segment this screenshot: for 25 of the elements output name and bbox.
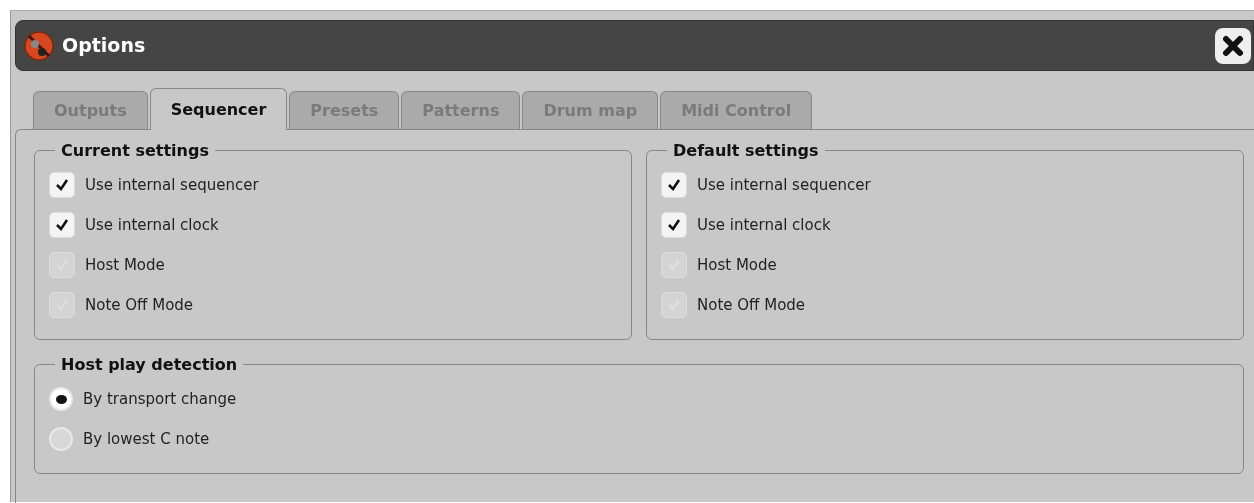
tab[interactable]: Sequencer [149, 88, 288, 130]
checkbox-label: Use internal clock [697, 214, 831, 236]
checkbox[interactable] [49, 212, 75, 238]
check-icon [666, 177, 682, 193]
radio-button[interactable] [49, 427, 73, 451]
checkbox-label: Host Mode [85, 254, 165, 276]
checkbox-label: Note Off Mode [85, 294, 194, 316]
checkbox[interactable] [661, 172, 687, 198]
checkbox-label: Note Off Mode [697, 294, 806, 316]
checkbox-label: Host Mode [697, 254, 777, 276]
app-logo-icon [24, 30, 54, 61]
checkbox-label: Use internal clock [85, 214, 219, 236]
close-icon [1222, 34, 1244, 57]
check-icon [54, 177, 70, 193]
checkbox[interactable] [49, 172, 75, 198]
close-button[interactable] [1215, 27, 1251, 64]
checkbox[interactable] [661, 212, 687, 238]
radio-label: By transport change [83, 388, 237, 410]
check-icon [666, 217, 682, 233]
checkbox-label: Use internal sequencer [85, 174, 259, 196]
checkbox-label: Use internal sequencer [697, 174, 871, 196]
check-icon [54, 217, 70, 233]
radio-button[interactable] [49, 387, 73, 411]
window-title: Options [62, 33, 146, 59]
radio-label: By lowest C note [83, 428, 210, 450]
